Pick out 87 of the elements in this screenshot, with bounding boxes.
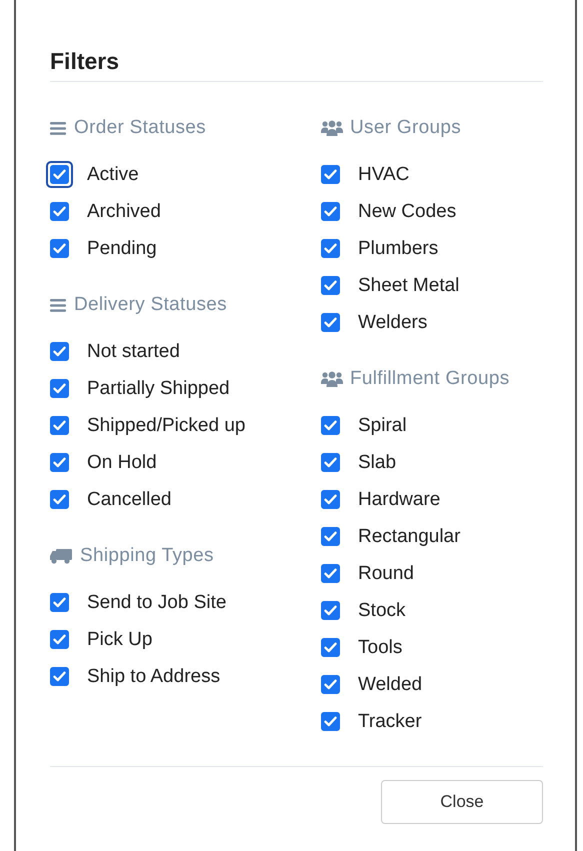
checkbox-label: Round [358,562,414,584]
checkbox[interactable] [50,667,69,686]
checkbox-label: Spiral [358,414,407,436]
checkmark-icon [53,420,66,431]
users-icon [321,371,343,387]
checkbox[interactable] [321,712,340,731]
checkbox-label: Welders [358,312,428,334]
checkmark-icon [324,494,337,505]
checkbox[interactable] [50,416,69,435]
checkbox[interactable] [321,165,340,184]
checkbox[interactable] [321,239,340,258]
checkmark-icon [324,531,337,542]
checkbox[interactable] [50,453,69,472]
checkbox-label: Plumbers [358,238,438,260]
checkbox[interactable] [50,239,69,258]
checkbox-label: New Codes [358,200,456,222]
checkbox-label: Not started [87,340,180,362]
checkbox-label: Pick Up [87,628,152,650]
checkbox[interactable] [321,276,340,295]
checkbox[interactable] [321,490,340,509]
checkmark-icon [53,243,66,254]
checkmark-icon [324,679,337,690]
checkbox-label: Active [87,164,139,186]
checkmark-icon [324,280,337,291]
checkmark-icon [53,671,66,682]
checkmark-icon [53,206,66,217]
checkbox[interactable] [50,342,69,361]
checkbox-label: Shipped/Picked up [87,414,246,436]
checkbox-label: On Hold [87,452,157,474]
checkbox[interactable] [50,202,69,221]
checkbox[interactable] [321,416,340,435]
section-heading: Fulfillment Groups [350,368,510,390]
checkmark-icon [324,716,337,727]
checkmark-icon [53,457,66,468]
checkbox-label: Stock [358,600,406,622]
checkbox-label: Slab [358,452,396,474]
checkmark-icon [324,169,337,180]
checkbox-label: HVAC [358,164,410,186]
checkbox-label: Welded [358,674,422,696]
checkmark-icon [53,383,66,394]
checkbox[interactable] [50,379,69,398]
checkbox-label: Hardware [358,488,440,510]
close-button[interactable]: Close [381,780,543,824]
checkbox-label: Send to Job Site [87,592,226,614]
checkmark-icon [324,317,337,328]
checkmark-icon [324,206,337,217]
checkbox[interactable] [321,675,340,694]
truck-icon [50,548,72,564]
checkbox-label: Rectangular [358,526,460,548]
checkbox[interactable] [50,165,69,184]
checkbox-label: Partially Shipped [87,378,230,400]
checkmark-icon [324,243,337,254]
list-icon [50,298,66,312]
users-icon [321,120,343,136]
section-heading: Delivery Statuses [74,294,227,316]
checkbox-label: Tools [358,636,402,658]
checkbox[interactable] [50,490,69,509]
checkbox[interactable] [321,564,340,583]
checkbox-label: Pending [87,238,157,260]
checkmark-icon [53,494,66,505]
checkbox[interactable] [50,593,69,612]
checkbox[interactable] [321,527,340,546]
checkbox-label: Archived [87,200,161,222]
section-heading: User Groups [350,117,462,139]
dialog-title: Filters [50,48,543,82]
section-heading: Order Statuses [74,117,206,139]
checkbox-label: Ship to Address [87,666,220,688]
checkbox[interactable] [321,202,340,221]
checkmark-icon [53,346,66,357]
checkmark-icon [324,457,337,468]
checkmark-icon [53,634,66,645]
checkmark-icon [53,169,66,180]
checkbox-label: Tracker [358,710,422,732]
checkmark-icon [324,420,337,431]
checkmark-icon [324,605,337,616]
checkbox[interactable] [321,313,340,332]
checkbox-label: Cancelled [87,488,172,510]
list-icon [50,122,66,134]
checkbox[interactable] [50,630,69,649]
checkbox[interactable] [321,453,340,472]
checkmark-icon [53,597,66,608]
section-heading: Shipping Types [80,545,214,567]
checkbox-label: Sheet Metal [358,274,460,296]
checkbox[interactable] [321,601,340,620]
checkmark-icon [324,568,337,579]
checkbox[interactable] [321,638,340,657]
checkmark-icon [324,642,337,653]
